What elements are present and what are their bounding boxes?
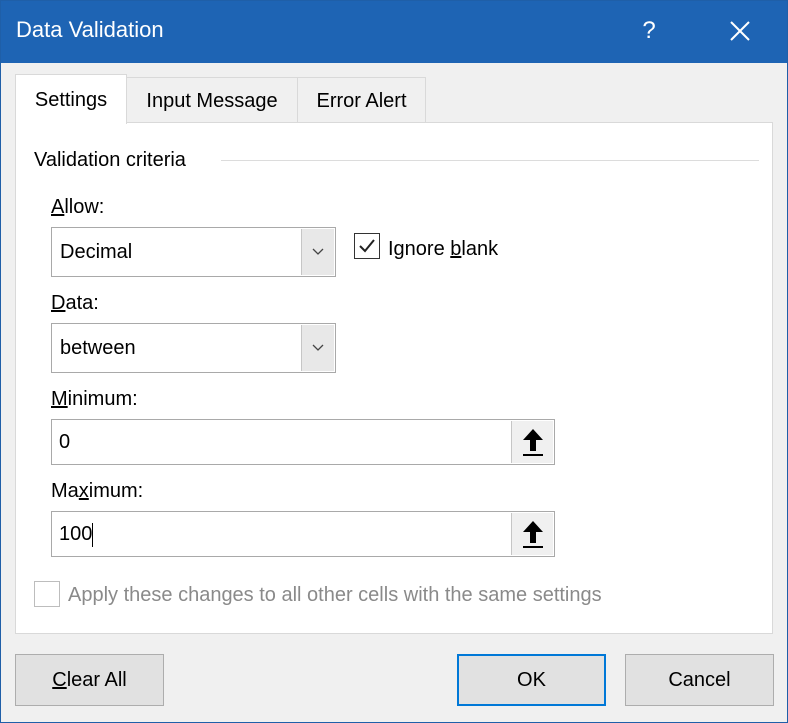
data-select-value: between [60,337,136,359]
apply-all-label: Apply these changes to all other cells w… [68,584,602,606]
arrow-up-icon [523,521,543,548]
data-validation-dialog: Data Validation ? Settings Input Message… [0,0,788,723]
allow-label: Allow: [51,196,105,218]
close-button[interactable] [713,9,767,53]
ignore-blank-checkbox[interactable] [354,233,380,259]
maximum-field[interactable] [51,511,555,557]
group-divider [221,160,759,161]
chevron-down-icon [312,344,324,351]
data-select[interactable]: between [51,323,336,373]
chevron-down-icon [312,248,324,255]
clear-all-button[interactable]: Clear All [15,654,164,706]
checkmark-icon [359,239,375,253]
ok-button[interactable]: OK [457,654,606,706]
ignore-blank-label: Ignore blank [388,238,499,260]
allow-select-value: Decimal [60,241,133,263]
tab-error-alert[interactable]: Error Alert [297,77,426,123]
tab-input-message[interactable]: Input Message [126,77,298,123]
cancel-button[interactable]: Cancel [625,654,774,706]
arrow-up-icon [523,429,543,456]
minimum-label: Minimum: [51,388,138,410]
title-bar: Data Validation ? [1,1,787,63]
apply-all-checkbox[interactable] [34,581,60,607]
data-label: Data: [51,292,99,314]
maximum-label: Maximum: [51,480,144,502]
minimum-field[interactable] [51,419,555,465]
maximum-range-select-button[interactable] [511,513,553,555]
validation-criteria-label: Validation criteria [34,149,190,172]
data-dropdown-button[interactable] [301,325,334,371]
dialog-title: Data Validation [16,17,164,42]
minimum-input[interactable] [53,421,508,463]
text-cursor [92,523,93,547]
minimum-range-select-button[interactable] [511,421,553,463]
tab-settings[interactable]: Settings [15,74,127,124]
allow-dropdown-button[interactable] [301,229,334,275]
settings-panel: Validation criteria Allow: Decimal Ignor… [15,122,773,634]
maximum-input[interactable] [53,513,508,555]
close-icon [730,21,750,41]
allow-select[interactable]: Decimal [51,227,336,277]
help-button[interactable]: ? [624,9,674,53]
